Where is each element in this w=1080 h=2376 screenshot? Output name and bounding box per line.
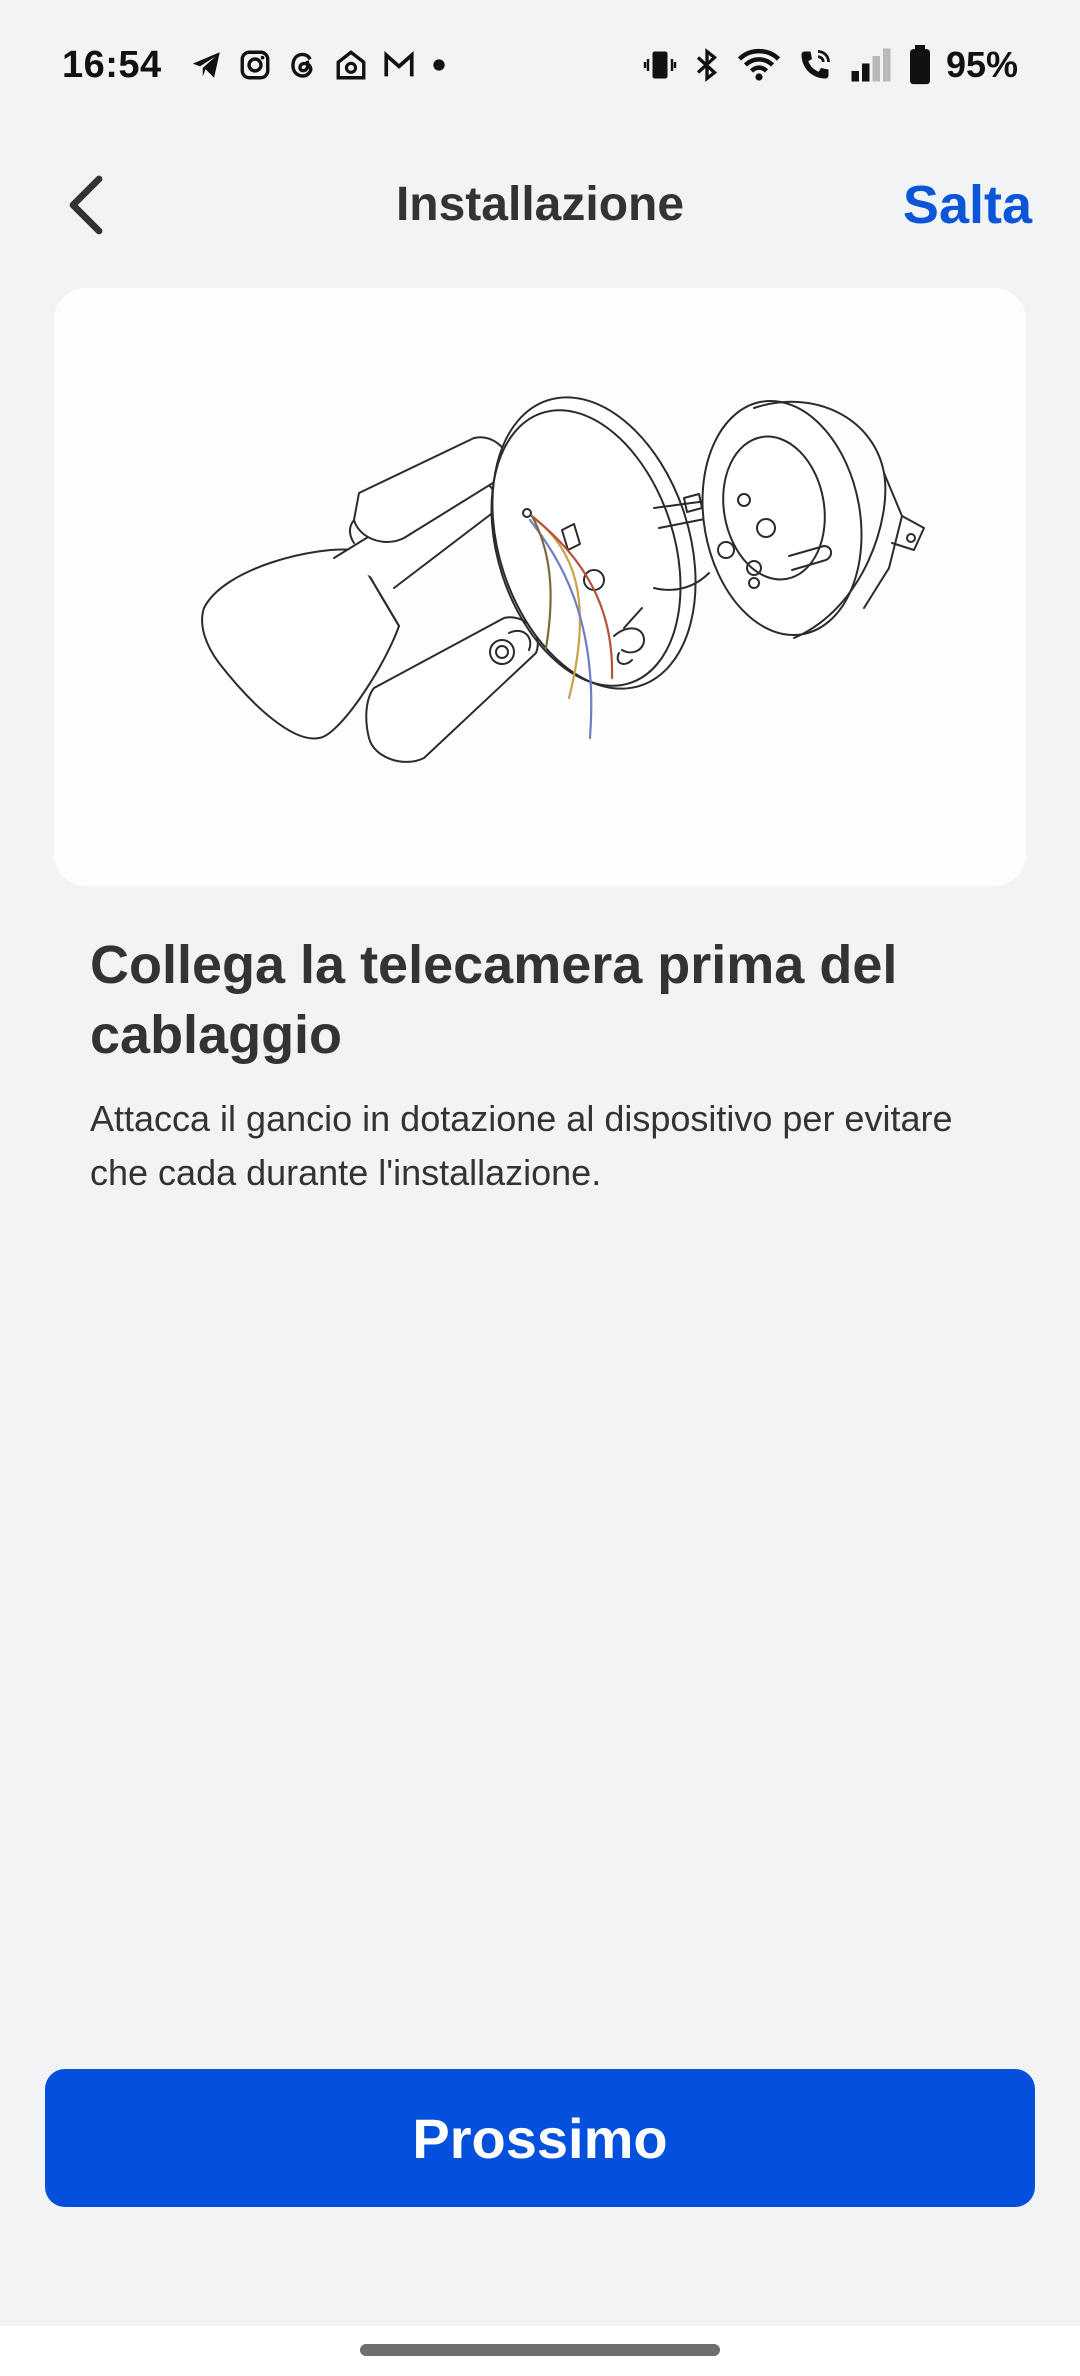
notification-icons <box>190 48 448 82</box>
threads-icon <box>286 48 320 82</box>
gmail-icon <box>382 48 416 82</box>
status-bar: 16:54 95% <box>0 0 1080 130</box>
step-description: Attacca il gancio in dotazione al dispos… <box>90 1098 953 1193</box>
illustration-card <box>54 288 1026 886</box>
header: Installazione Salta <box>0 150 1080 260</box>
dot-icon <box>430 48 448 82</box>
bluetooth-icon <box>692 47 722 83</box>
system-icons: 95% <box>642 44 1018 86</box>
vibrate-icon <box>642 47 678 83</box>
telegram-icon <box>190 48 224 82</box>
floodlight-camera-wiring-illustration <box>201 396 925 763</box>
wifi-call-icon <box>796 47 834 83</box>
step-title: Collega la telecamera prima del cablaggi… <box>90 935 898 1065</box>
home-app-icon <box>334 48 368 82</box>
instagram-icon <box>238 48 272 82</box>
battery-icon <box>908 45 932 85</box>
home-indicator[interactable] <box>360 2344 720 2356</box>
battery-percentage: 95% <box>945 44 1018 85</box>
wifi-icon <box>736 47 782 83</box>
navigation-bar <box>0 2326 1080 2376</box>
screen: 16:54 95% Installazione Salta Collega la… <box>0 0 1080 2376</box>
status-time: 16:54 <box>62 43 162 86</box>
skip-button[interactable]: Salta <box>903 150 1032 260</box>
signal-icon <box>848 47 894 83</box>
next-button[interactable]: Prossimo <box>45 2069 1035 2207</box>
